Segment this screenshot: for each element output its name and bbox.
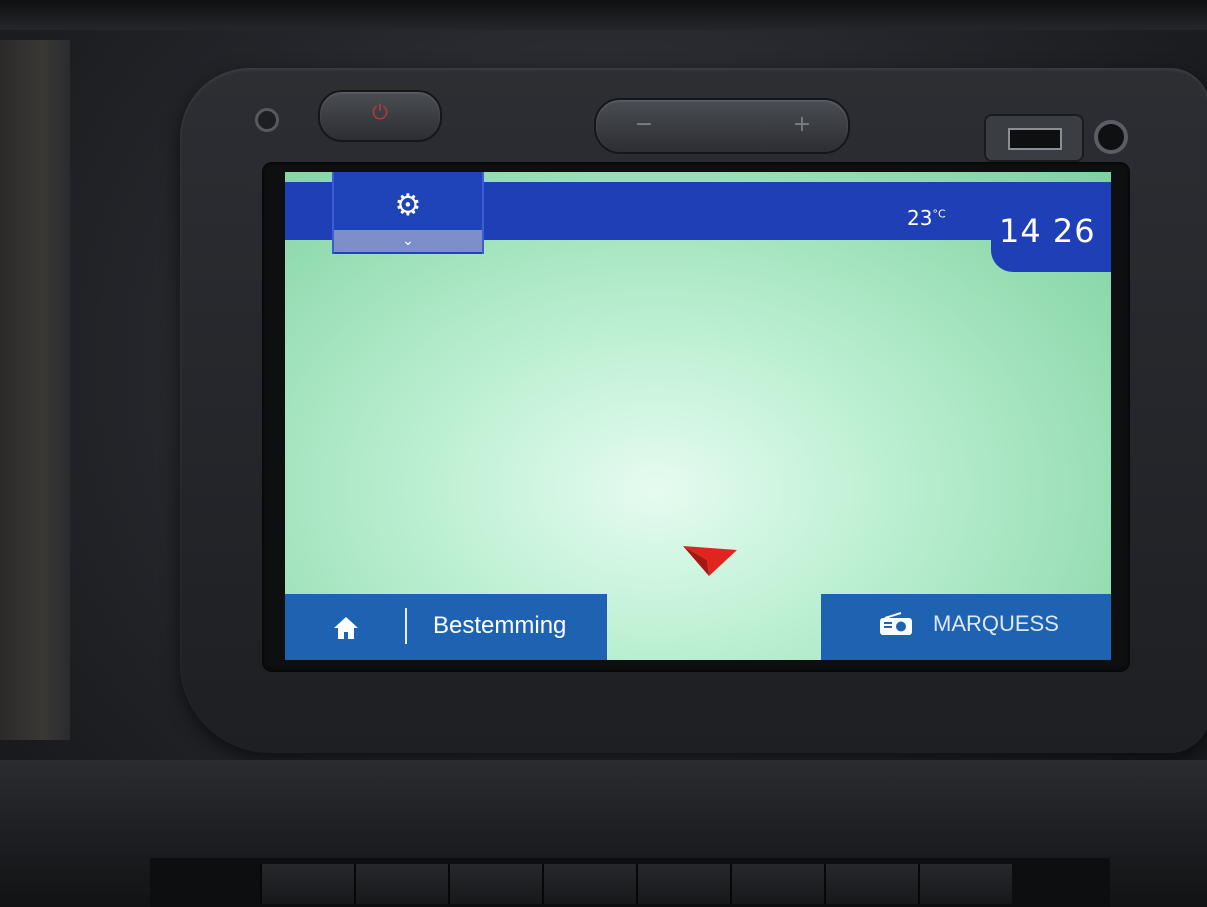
dashboard-top-trim — [0, 0, 1207, 30]
car-dashboard: ⏻ − + ⚙ ⌄ 23°C 14 26 Bestemming MARQUESS — [0, 0, 1207, 907]
switch-panel — [150, 858, 1110, 907]
hazard-switch[interactable] — [542, 864, 636, 904]
usb-slot — [1008, 128, 1062, 150]
clock-display: 14 26 — [999, 212, 1096, 250]
radio-station-label: MARQUESS — [933, 611, 1059, 636]
home-icon[interactable] — [333, 616, 359, 640]
switch-2[interactable] — [354, 864, 448, 904]
radio-source-button[interactable]: MARQUESS — [821, 594, 1111, 660]
divider — [405, 608, 407, 644]
outside-temperature: 23°C — [907, 206, 946, 230]
usb-port — [984, 114, 1084, 162]
gear-icon: ⚙ — [394, 188, 422, 223]
switch-3[interactable] — [448, 864, 542, 904]
volume-down-icon[interactable]: − — [624, 112, 664, 138]
power-icon: ⏻ — [372, 100, 388, 124]
switch-6[interactable] — [730, 864, 824, 904]
chevron-down-icon: ⌄ — [402, 233, 414, 249]
radio-icon — [880, 612, 912, 635]
light-sensor — [255, 108, 279, 132]
arrow-shape — [683, 546, 737, 576]
temperature-value: 23 — [907, 206, 933, 230]
touch-screen[interactable]: ⚙ ⌄ 23°C 14 26 Bestemming MARQUESS — [285, 172, 1111, 660]
switch-1[interactable] — [260, 864, 354, 904]
aux-jack — [1094, 120, 1128, 154]
switch-5[interactable] — [636, 864, 730, 904]
navigation-arrow-icon — [683, 546, 737, 576]
settings-menu-tab[interactable]: ⚙ ⌄ — [332, 172, 484, 254]
volume-rocker[interactable]: − + — [594, 98, 850, 154]
power-button[interactable]: ⏻ — [318, 90, 442, 142]
volume-up-icon[interactable]: + — [782, 112, 822, 138]
switch-8[interactable] — [918, 864, 1012, 904]
destination-button[interactable]: Bestemming — [285, 594, 607, 660]
destination-label: Bestemming — [433, 612, 567, 639]
temperature-unit: °C — [932, 207, 946, 221]
switch-7[interactable] — [824, 864, 918, 904]
dashboard-left-trim — [0, 40, 70, 740]
